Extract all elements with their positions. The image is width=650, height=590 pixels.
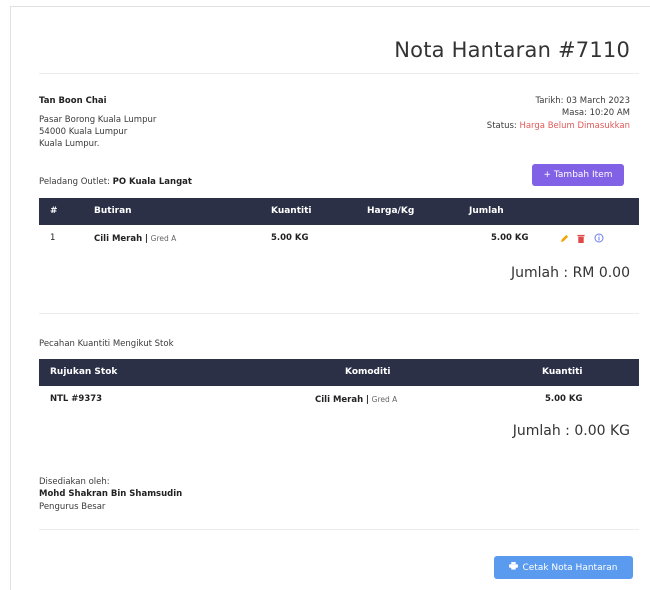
page-title: Nota Hantaran #7110 — [394, 38, 630, 62]
edit-icon[interactable] — [560, 234, 569, 246]
row-item-name: Cili Merah — [94, 234, 143, 244]
invoice-card: Nota Hantaran #7110 Tan Boon Chai Pasar … — [10, 6, 650, 590]
items-table-header: # Butiran Kuantiti Harga/Kg Jumlah — [39, 198, 639, 225]
stock-table-header: Rujukan Stok Komoditi Kuantiti — [39, 359, 639, 386]
stock-commodity-grade: Gred A — [371, 395, 398, 404]
row-no: 1 — [50, 233, 56, 243]
row-qty: 5.00 KG — [271, 233, 309, 243]
prepared-name: Mohd Shakran Bin Shamsudin — [39, 489, 183, 499]
col-stock-qty: Kuantiti — [542, 367, 583, 377]
stock-qty: 5.00 KG — [545, 394, 583, 404]
table-row: 1 Cili Merah | Gred A 5.00 KG 5.00 KG — [39, 225, 639, 252]
row-total: 5.00 KG — [491, 233, 529, 243]
row-item-grade: Gred A — [150, 234, 177, 243]
print-button[interactable]: Cetak Nota Hantaran — [494, 556, 633, 579]
outlet-line: Peladang Outlet: PO Kuala Langat — [39, 176, 192, 188]
outlet-label: Peladang Outlet: — [39, 177, 110, 187]
divider — [39, 313, 639, 314]
info-icon[interactable] — [594, 233, 604, 246]
add-item-label: + Tambah Item — [543, 170, 613, 180]
col-stock-ref: Rujukan Stok — [50, 367, 118, 377]
status-badge: Harga Belum Dimasukkan — [519, 121, 630, 131]
col-commodity: Komoditi — [345, 367, 391, 377]
col-price: Harga/Kg — [367, 206, 415, 216]
prepared-role: Pengurus Besar — [39, 502, 106, 512]
stock-ref: NTL #9373 — [50, 394, 103, 404]
col-qty: Kuantiti — [271, 206, 312, 216]
add-item-button[interactable]: + Tambah Item — [532, 164, 624, 186]
customer-name: Tan Boon Chai — [39, 96, 107, 106]
status-line: Status: Harga Belum Dimasukkan — [487, 120, 630, 132]
prepared-label: Disediakan oleh: — [39, 477, 110, 487]
col-item: Butiran — [94, 206, 132, 216]
stock-commodity-name: Cili Merah — [315, 395, 364, 405]
status-label: Status: — [486, 121, 517, 131]
table-row: NTL #9373 Cili Merah | Gred A 5.00 KG — [39, 386, 639, 413]
stock-commodity-sep: | — [365, 395, 369, 405]
time-label: Masa: 10:20 AM — [561, 108, 630, 118]
stock-title: Pecahan Kuantiti Mengikut Stok — [39, 339, 174, 349]
address-line3: Kuala Lumpur. — [39, 139, 100, 149]
address-line2: 54000 Kuala Lumpur — [39, 127, 128, 137]
address-line1: Pasar Borong Kuala Lumpur — [39, 115, 157, 125]
items-grand-total: Jumlah : RM 0.00 — [510, 265, 630, 281]
print-label: Cetak Nota Hantaran — [522, 562, 618, 573]
printer-icon — [509, 562, 519, 573]
col-no: # — [50, 206, 58, 216]
divider — [39, 73, 639, 74]
divider — [39, 529, 639, 530]
row-item-sep: | — [144, 234, 148, 244]
delete-icon[interactable] — [577, 234, 585, 246]
row-item: Cili Merah | Gred A — [94, 225, 176, 253]
col-total: Jumlah — [469, 206, 504, 216]
stock-commodity: Cili Merah | Gred A — [315, 386, 397, 414]
outlet-value: PO Kuala Langat — [112, 177, 192, 187]
date-label: Tarikh: 03 March 2023 — [535, 96, 631, 106]
stock-grand-total: Jumlah : 0.00 KG — [512, 423, 630, 439]
